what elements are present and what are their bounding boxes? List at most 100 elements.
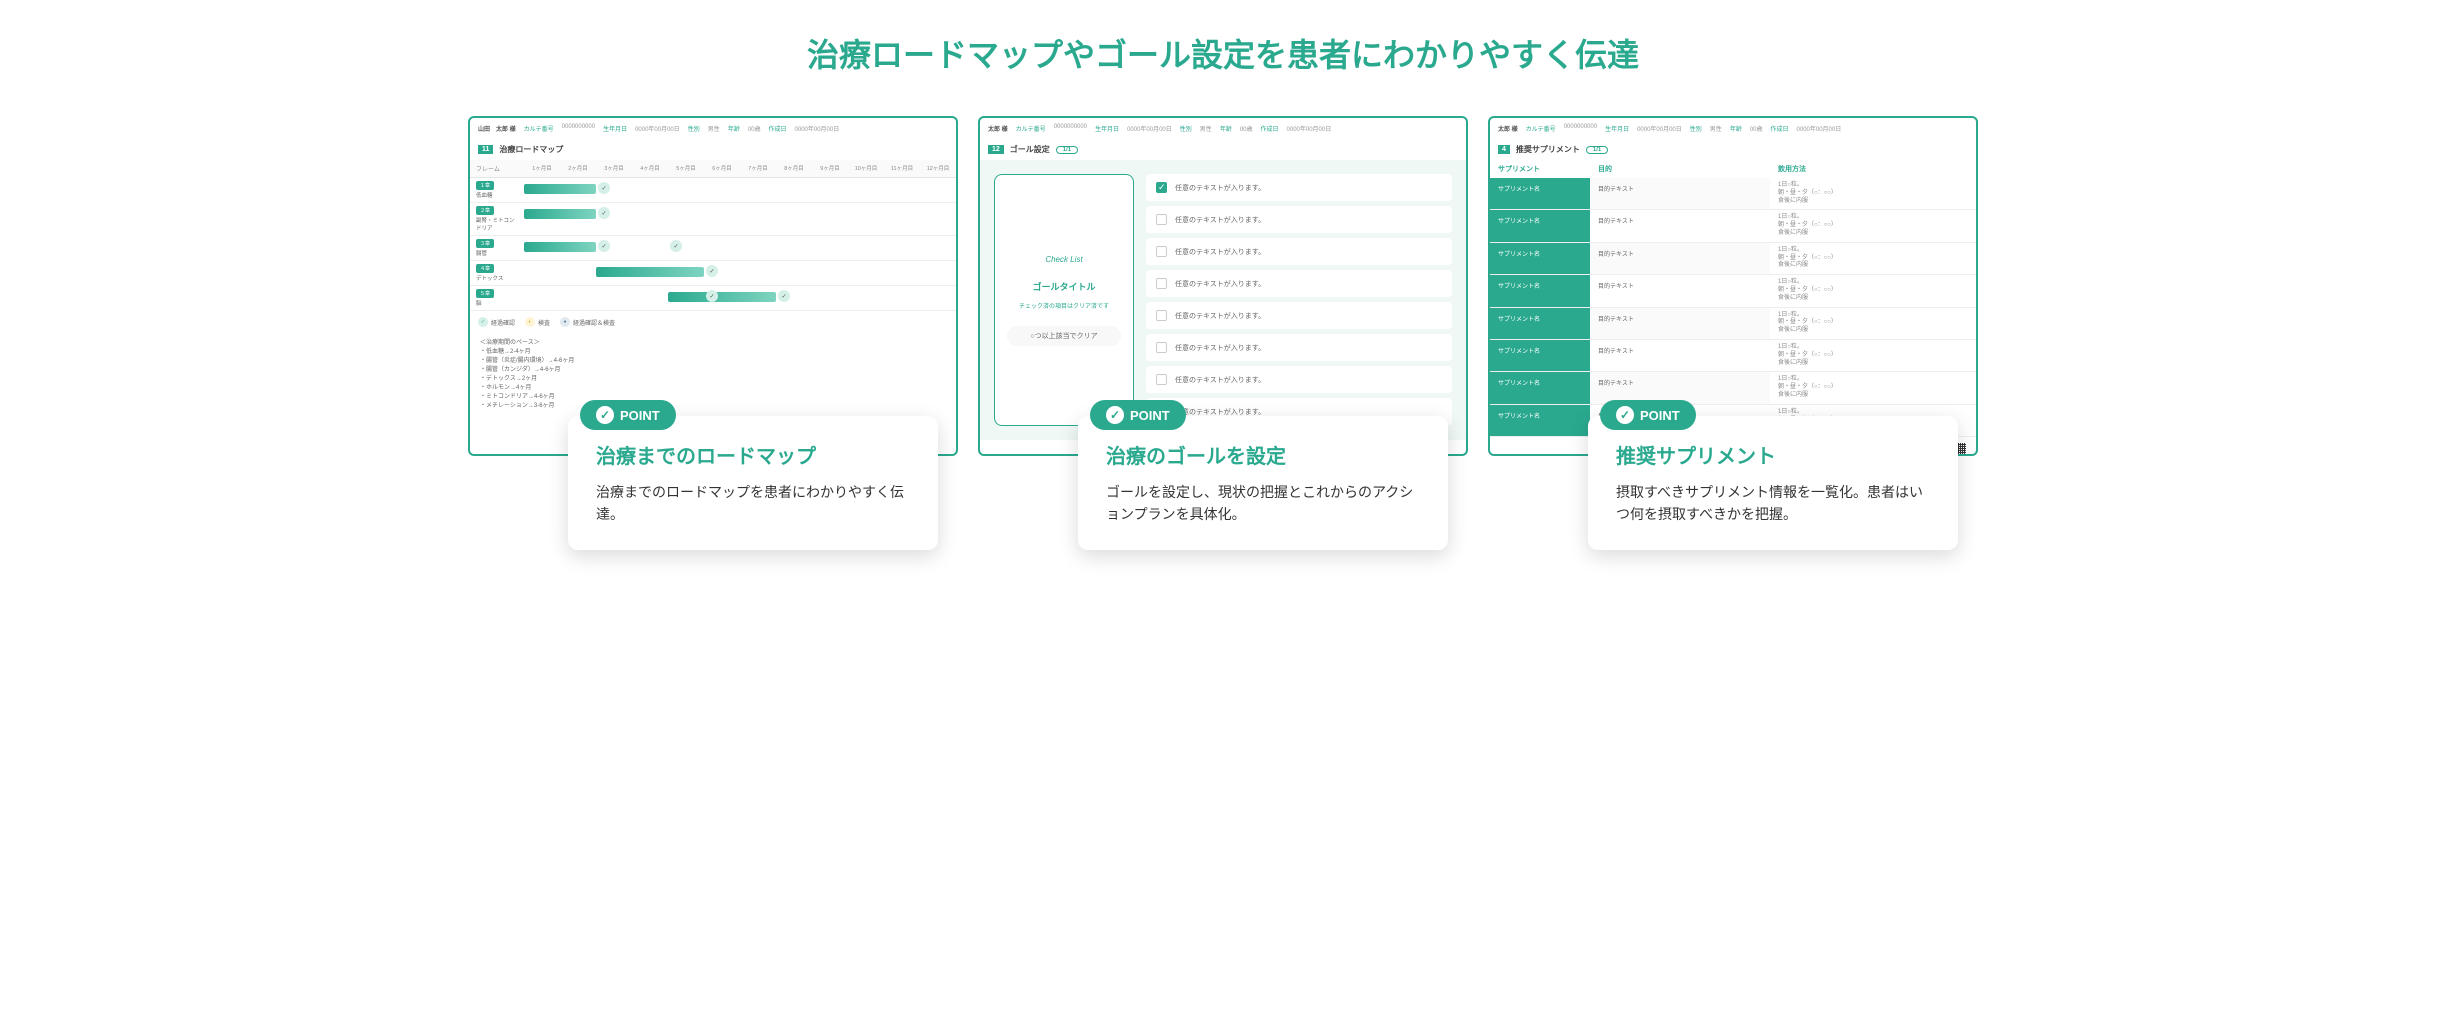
chapter-chip: ４章 — [476, 264, 494, 273]
month-col: 11ヶ月目 — [884, 160, 920, 177]
patient-name: 山田 太郎 様 — [478, 124, 516, 133]
checkbox-icon[interactable] — [1156, 342, 1167, 353]
chart-no: 0000000000 — [1054, 124, 1087, 133]
goal-item[interactable]: 任意のテキストが入ります。 — [1146, 238, 1452, 265]
goal-item[interactable]: 任意のテキストが入ります。 — [1146, 366, 1452, 393]
progress-icon: ✓ — [778, 290, 790, 302]
month-col: 10ヶ月目 — [848, 160, 884, 177]
page-indicator: 1/1 — [1056, 146, 1078, 154]
note-line: ・腸管（カンジダ）→4-6ヶ月 — [480, 366, 946, 375]
goal-item[interactable]: 任意のテキストが入ります。 — [1146, 302, 1452, 329]
month-columns: 1ヶ月目2ヶ月目3ヶ月目4ヶ月目5ヶ月目6ヶ月目7ヶ月目8ヶ月目9ヶ月目10ヶ月… — [524, 160, 956, 177]
legend: ✓経過確認◐検査●経過確認＆検査 — [470, 311, 956, 333]
note-line: ・デトックス→2ヶ月 — [480, 375, 946, 384]
sup-name-cell: サプリメント名 — [1490, 405, 1590, 436]
timeline-row: ２章副腎・ミトコンドリア✓ — [470, 203, 956, 236]
section-number: 11 — [478, 145, 493, 154]
goal-item-text: 任意のテキストが入ります。 — [1175, 407, 1265, 417]
month-col: 5ヶ月目 — [668, 160, 704, 177]
timeline-rows: １章低血糖✓２章副腎・ミトコンドリア✓３章腸管✓✓４章デトックス✓５章脳✓✓ — [470, 178, 956, 311]
treatment-notes: ＜治療期間のペース＞ ・低血糖→2-4ヶ月・腸管（炎症/腸内環境）→4-6ヶ月・… — [470, 333, 956, 417]
sup-purpose-cell: 目的テキスト — [1590, 275, 1770, 306]
sup-name-cell: サプリメント名 — [1490, 178, 1590, 209]
month-col: 6ヶ月目 — [704, 160, 740, 177]
checkbox-icon[interactable] — [1156, 374, 1167, 385]
birth: 0000年00月00日 — [635, 124, 680, 133]
row-bars: ✓✓ — [524, 286, 956, 310]
sup-purpose-cell: 目的テキスト — [1590, 243, 1770, 274]
goal-body: Check List ゴールタイトル チェック済の項目はクリア済です ○つ以上該… — [980, 160, 1466, 440]
birth-label: 生年月日 — [603, 124, 627, 133]
check-icon: ✓ — [1616, 406, 1634, 424]
chart-no-label: カルテ番号 — [1526, 124, 1556, 133]
checkbox-icon[interactable] — [1156, 214, 1167, 225]
note-line: ・メチレーション→3-6ヶ月 — [480, 402, 946, 411]
month-col: 2ヶ月目 — [560, 160, 596, 177]
age: 00歳 — [1750, 124, 1763, 133]
age-label: 年齢 — [1730, 124, 1742, 133]
gender-label: 性別 — [1690, 124, 1702, 133]
roadmap-section-title: 11 治療ロードマップ — [470, 139, 956, 160]
supplement-section-title: 4 推奨サプリメント 1/1 — [1490, 139, 1976, 160]
gantt-bar — [524, 209, 596, 219]
goal-item[interactable]: 任意のテキストが入ります。 — [1146, 174, 1452, 201]
goal-section-title: 12 ゴール設定 1/1 — [980, 139, 1466, 160]
notes-list: ・低血糖→2-4ヶ月・腸管（炎症/腸内環境）→4-6ヶ月・腸管（カンジダ）→4-… — [480, 348, 946, 411]
goal-clear-button[interactable]: ○つ以上該当でクリア — [1007, 326, 1121, 346]
point-badge: ✓ POINT — [1090, 400, 1186, 430]
progress-icon: ✓ — [706, 290, 718, 302]
goal-item-text: 任意のテキストが入ります。 — [1175, 247, 1265, 257]
card-goal-wrapper: 太郎 様 カルテ番号 0000000000 生年月日 0000年00月00日 性… — [978, 116, 1468, 456]
point-badge-label: POINT — [620, 408, 660, 423]
section-label: 治療ロードマップ — [499, 144, 563, 155]
goal-item-text: 任意のテキストが入ります。 — [1175, 183, 1265, 193]
row-label: １章低血糖 — [470, 178, 524, 202]
goal-item[interactable]: 任意のテキストが入ります。 — [1146, 334, 1452, 361]
row-text: 腸管 — [476, 251, 487, 257]
point-desc: 摂取すべきサプリメント情報を一覧化。患者はいつ何を摂取すべきかを把握。 — [1616, 481, 1930, 526]
sup-name-cell: サプリメント名 — [1490, 275, 1590, 306]
goal-item[interactable]: 任意のテキストが入ります。 — [1146, 270, 1452, 297]
gantt-bar — [596, 267, 704, 277]
chart-no-label: カルテ番号 — [1016, 124, 1046, 133]
supplement-row: サプリメント名目的テキスト1日○粒。朝・昼・夕（○：○○）食後に内服 — [1490, 372, 1976, 404]
note-line: ・ホルモン→4ヶ月 — [480, 384, 946, 393]
timeline-row: １章低血糖✓ — [470, 178, 956, 203]
page-title: 治療ロードマップやゴール設定を患者にわかりやすく伝達 — [40, 30, 2406, 76]
section-number: 4 — [1498, 145, 1510, 154]
row-text: 低血糖 — [476, 193, 493, 199]
checkbox-icon[interactable] — [1156, 310, 1167, 321]
progress-icon: ✓ — [670, 240, 682, 252]
note-line: ・低血糖→2-4ヶ月 — [480, 348, 946, 357]
section-label: 推奨サプリメント — [1516, 144, 1580, 155]
card-goal: 太郎 様 カルテ番号 0000000000 生年月日 0000年00月00日 性… — [978, 116, 1468, 456]
checkbox-icon[interactable] — [1156, 182, 1167, 193]
gender-label: 性別 — [688, 124, 700, 133]
gender-label: 性別 — [1180, 124, 1192, 133]
row-bars: ✓✓ — [524, 236, 956, 260]
goal-item[interactable]: 任意のテキストが入ります。 — [1146, 206, 1452, 233]
checkbox-icon[interactable] — [1156, 278, 1167, 289]
sup-purpose-cell: 目的テキスト — [1590, 210, 1770, 241]
legend-item: ●経過確認＆検査 — [560, 317, 615, 327]
sup-name-cell: サプリメント名 — [1490, 340, 1590, 371]
col-purpose: 目的 — [1598, 164, 1778, 174]
gantt-bar — [524, 242, 596, 252]
row-bars: ✓ — [524, 178, 956, 202]
gender: 男性 — [1710, 124, 1722, 133]
row-bars: ✓ — [524, 203, 956, 235]
row-bars: ✓ — [524, 261, 956, 285]
sup-name-cell: サプリメント名 — [1490, 210, 1590, 241]
timeline-row: ５章脳✓✓ — [470, 286, 956, 311]
goal-title: ゴールタイトル — [1007, 280, 1121, 293]
goal-item-text: 任意のテキストが入ります。 — [1175, 375, 1265, 385]
chapter-chip: ３章 — [476, 239, 494, 248]
month-col: 1ヶ月目 — [524, 160, 560, 177]
progress-icon: ✓ — [598, 207, 610, 219]
frame-label: フレーム — [470, 160, 524, 177]
patient-name: 太郎 様 — [1498, 124, 1518, 133]
section-label: ゴール設定 — [1010, 144, 1050, 155]
point-desc: 治療までのロードマップを患者にわかりやすく伝達。 — [596, 481, 910, 526]
checkbox-icon[interactable] — [1156, 246, 1167, 257]
age-label: 年齢 — [728, 124, 740, 133]
